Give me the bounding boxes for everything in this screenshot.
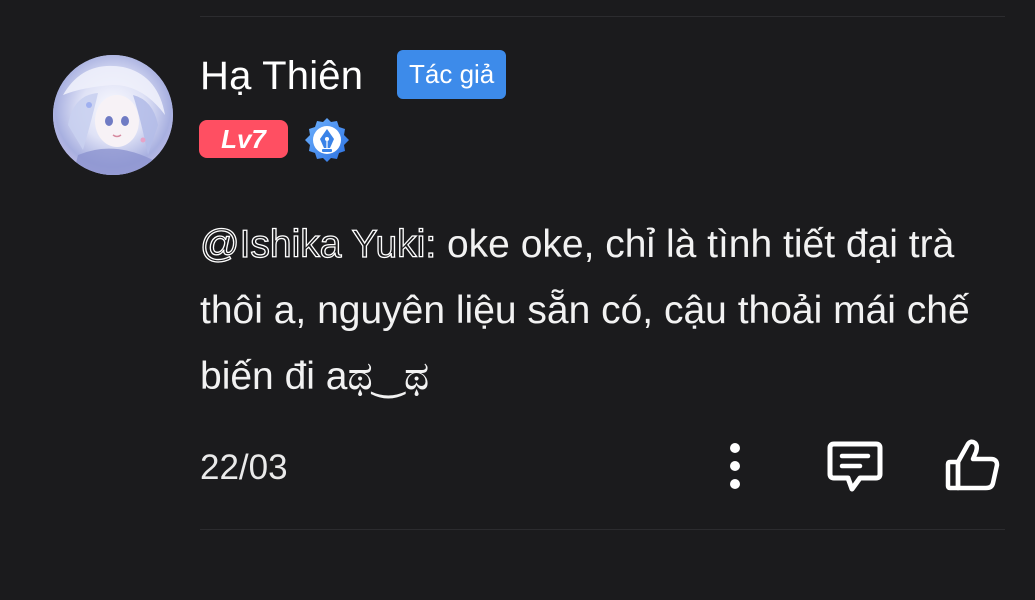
mention-link[interactable]: @Ishika Yuki: xyxy=(199,222,436,266)
reply-button[interactable] xyxy=(826,440,884,494)
comment-text: @Ishika Yuki: oke oke, chỉ là tình tiết … xyxy=(199,212,990,410)
pen-nib-badge-icon xyxy=(304,117,350,163)
bottom-divider xyxy=(200,529,1005,530)
username[interactable]: Hạ Thiên xyxy=(200,50,363,102)
thumbs-up-icon xyxy=(945,439,1000,491)
avatar-image xyxy=(53,55,173,175)
author-badge: Tác giả xyxy=(397,50,507,99)
comment-icon xyxy=(827,441,883,492)
level-badge: Lv7 xyxy=(199,120,288,158)
comment-date: 22/03 xyxy=(200,448,288,487)
more-options-button[interactable] xyxy=(720,440,750,492)
like-button[interactable] xyxy=(944,438,1002,494)
more-vertical-icon xyxy=(730,443,740,489)
user-avatar[interactable] xyxy=(53,55,173,175)
top-divider xyxy=(200,16,1005,17)
